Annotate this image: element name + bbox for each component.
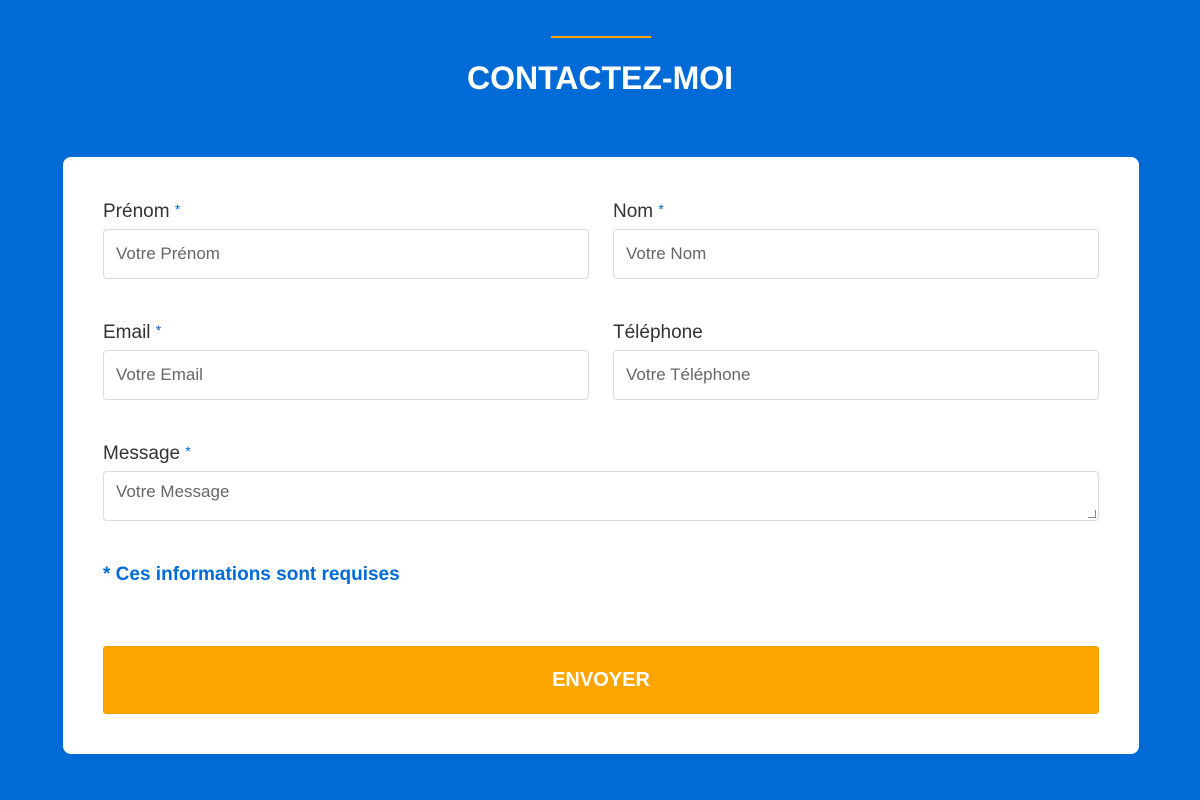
field-label: Téléphone [613,322,703,343]
resize-handle-icon[interactable] [1088,510,1096,518]
field-prenom: Prénom * Votre Prénom [103,201,589,279]
message-textarea[interactable]: Votre Message [103,471,1099,521]
required-note: * Ces informations sont requises [103,564,400,585]
field-email: Email * Votre Email [103,322,589,400]
title-accent-bar [551,36,651,38]
nom-input[interactable]: Votre Nom [613,229,1099,279]
contact-form: Prénom * Votre Prénom Nom * Votre Nom Em… [63,157,1139,754]
field-label: Email [103,322,151,343]
prenom-input[interactable]: Votre Prénom [103,229,589,279]
required-mark: * [174,201,181,217]
telephone-input[interactable]: Votre Téléphone [613,350,1099,400]
field-label: Nom [613,201,654,222]
required-mark: * [658,201,664,217]
field-telephone: Téléphone Votre Téléphone [613,322,1099,400]
message-placeholder: Votre Message [116,482,230,501]
field-label: Prénom [103,201,170,222]
required-mark: * [185,443,191,459]
page-title: CONTACTEZ-MOI [466,60,734,96]
email-input[interactable]: Votre Email [103,350,589,400]
field-label: Message [103,443,181,464]
required-mark: * [155,322,162,338]
field-message: Message * Votre Message [103,443,1099,521]
submit-button[interactable]: ENVOYER [103,646,1099,714]
field-nom: Nom * Votre Nom [613,201,1099,279]
